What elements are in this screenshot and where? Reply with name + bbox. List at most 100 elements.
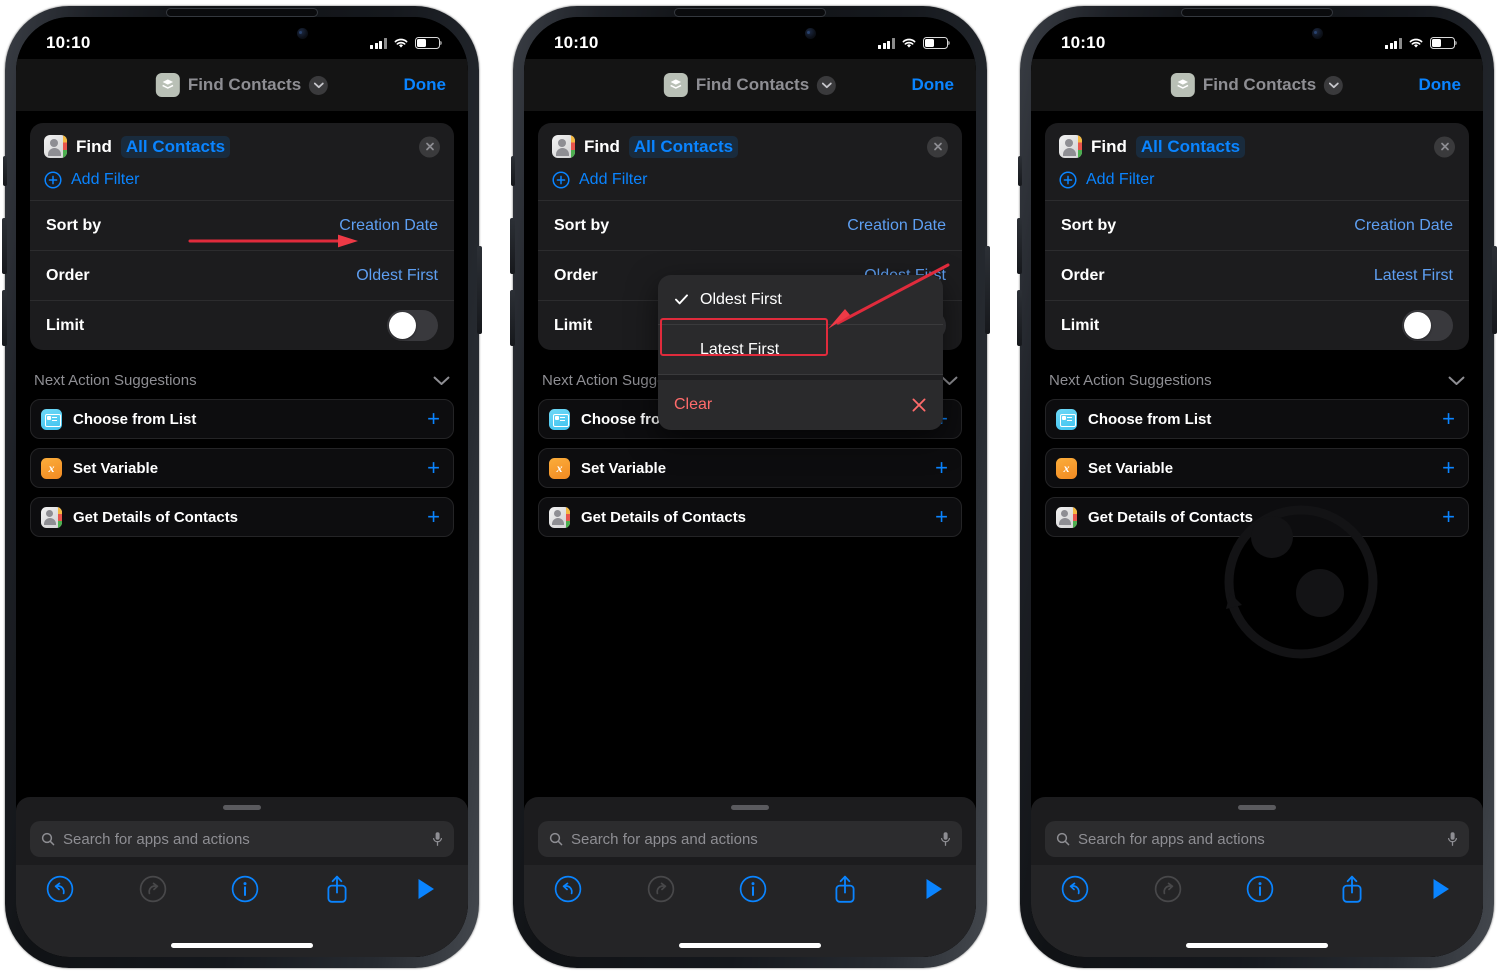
notch	[640, 17, 860, 50]
microphone-icon[interactable]	[432, 831, 443, 847]
all-contacts-token[interactable]: All Contacts	[628, 135, 739, 158]
suggestions-header[interactable]: Next Action Suggestions	[34, 372, 450, 389]
suggestion-choose-from-list[interactable]: Choose from List +	[30, 399, 454, 439]
volume-up-button[interactable]	[510, 218, 515, 274]
sheet-grabber[interactable]	[731, 805, 769, 810]
chevron-down-icon[interactable]	[309, 75, 329, 95]
suggestion-set-variable[interactable]: x Set Variable +	[538, 448, 962, 488]
find-line: Find All Contacts	[1059, 135, 1455, 158]
navbar-title-group[interactable]: Find Contacts	[155, 73, 329, 97]
row-sort-by-value[interactable]: Creation Date	[847, 217, 946, 235]
power-button[interactable]	[477, 246, 482, 334]
row-limit[interactable]: Limit	[1045, 300, 1469, 350]
search-input[interactable]: Search for apps and actions	[30, 821, 454, 857]
plus-icon[interactable]: +	[935, 457, 948, 479]
row-limit-label: Limit	[1061, 316, 1100, 334]
done-button[interactable]: Done	[1419, 75, 1462, 95]
all-contacts-token[interactable]: All Contacts	[120, 135, 231, 158]
search-input[interactable]: Search for apps and actions	[1045, 821, 1469, 857]
info-icon[interactable]	[1246, 875, 1274, 903]
row-sort-by-value[interactable]: Creation Date	[1354, 217, 1453, 235]
row-limit[interactable]: Limit	[30, 300, 454, 350]
plus-icon[interactable]: +	[427, 408, 440, 430]
volume-up-button[interactable]	[1017, 218, 1022, 274]
undo-icon[interactable]	[1061, 875, 1089, 903]
suggestion-get-details-of-contacts[interactable]: Get Details of Contacts +	[30, 497, 454, 537]
power-button[interactable]	[1492, 246, 1497, 334]
done-button[interactable]: Done	[912, 75, 955, 95]
shortcuts-stack-icon	[155, 73, 180, 97]
notch	[1147, 17, 1367, 50]
action-card-header: Find All Contacts Add Filter	[538, 123, 962, 200]
chevron-down-icon[interactable]	[941, 376, 958, 386]
row-sort-by-value[interactable]: Creation Date	[339, 217, 438, 235]
plus-icon[interactable]: +	[1442, 408, 1455, 430]
popup-item-clear[interactable]: Clear	[658, 380, 943, 430]
row-sort-by[interactable]: Sort by Creation Date	[538, 200, 962, 250]
suggestion-set-variable[interactable]: x Set Variable +	[1045, 448, 1469, 488]
volume-up-button[interactable]	[2, 218, 7, 274]
front-camera-icon	[297, 28, 308, 39]
row-sort-by[interactable]: Sort by Creation Date	[30, 200, 454, 250]
undo-icon[interactable]	[554, 875, 582, 903]
undo-icon[interactable]	[46, 875, 74, 903]
done-button[interactable]: Done	[404, 75, 447, 95]
row-order-value[interactable]: Latest First	[1374, 267, 1453, 285]
suggestion-choose-from-list[interactable]: Choose from List +	[1045, 399, 1469, 439]
popup-item-oldest-first[interactable]: Oldest First	[658, 275, 943, 325]
play-icon[interactable]	[922, 875, 946, 903]
chevron-down-icon[interactable]	[817, 75, 837, 95]
find-verb-label: Find	[1091, 136, 1127, 156]
sheet-grabber[interactable]	[223, 805, 261, 810]
power-button[interactable]	[985, 246, 990, 334]
popup-item-latest-first[interactable]: Latest First	[658, 325, 943, 375]
row-sort-by[interactable]: Sort by Creation Date	[1045, 200, 1469, 250]
close-circle-icon[interactable]	[927, 136, 948, 157]
page-title: Find Contacts	[695, 75, 810, 94]
microphone-icon[interactable]	[1447, 831, 1458, 847]
sheet-grabber[interactable]	[1238, 805, 1276, 810]
share-icon[interactable]	[324, 874, 350, 904]
play-icon[interactable]	[414, 875, 438, 903]
mute-switch[interactable]	[511, 156, 515, 186]
limit-toggle[interactable]	[1402, 310, 1453, 341]
set-variable-icon: x	[1056, 457, 1077, 479]
mute-switch[interactable]	[1018, 156, 1022, 186]
play-icon[interactable]	[1429, 875, 1453, 903]
row-order-value[interactable]: Oldest First	[356, 267, 438, 285]
volume-down-button[interactable]	[1017, 290, 1022, 346]
navbar-title-group[interactable]: Find Contacts	[1170, 73, 1344, 97]
row-order[interactable]: Order Latest First	[1045, 250, 1469, 300]
volume-down-button[interactable]	[2, 290, 7, 346]
chevron-down-icon[interactable]	[1448, 376, 1465, 386]
share-icon[interactable]	[1339, 874, 1365, 904]
suggestion-get-details-of-contacts[interactable]: Get Details of Contacts +	[538, 497, 962, 537]
share-icon[interactable]	[832, 874, 858, 904]
search-input[interactable]: Search for apps and actions	[538, 821, 962, 857]
add-filter-button[interactable]: Add Filter	[44, 171, 440, 189]
mute-switch[interactable]	[3, 156, 7, 186]
suggestion-set-variable[interactable]: x Set Variable +	[30, 448, 454, 488]
plus-icon[interactable]: +	[935, 506, 948, 528]
all-contacts-token[interactable]: All Contacts	[1135, 135, 1246, 158]
microphone-icon[interactable]	[940, 831, 951, 847]
chevron-down-icon[interactable]	[433, 376, 450, 386]
navbar-title-group[interactable]: Find Contacts	[663, 73, 837, 97]
add-filter-button[interactable]: Add Filter	[1059, 171, 1455, 189]
close-circle-icon[interactable]	[1434, 136, 1455, 157]
info-icon[interactable]	[231, 875, 259, 903]
add-filter-button[interactable]: Add Filter	[552, 171, 948, 189]
plus-icon[interactable]: +	[427, 457, 440, 479]
limit-toggle[interactable]	[387, 310, 438, 341]
plus-icon[interactable]: +	[1442, 506, 1455, 528]
order-popup-menu: Oldest First Latest First Clear	[658, 275, 943, 430]
row-order[interactable]: Order Oldest First	[30, 250, 454, 300]
find-contacts-action-card: Find All Contacts Add Filter Sort by Cre…	[30, 123, 454, 350]
info-icon[interactable]	[739, 875, 767, 903]
chevron-down-icon[interactable]	[1324, 75, 1344, 95]
volume-down-button[interactable]	[510, 290, 515, 346]
close-circle-icon[interactable]	[419, 136, 440, 157]
plus-icon[interactable]: +	[1442, 457, 1455, 479]
plus-icon[interactable]: +	[427, 506, 440, 528]
suggestions-header[interactable]: Next Action Suggestions	[1049, 372, 1465, 389]
